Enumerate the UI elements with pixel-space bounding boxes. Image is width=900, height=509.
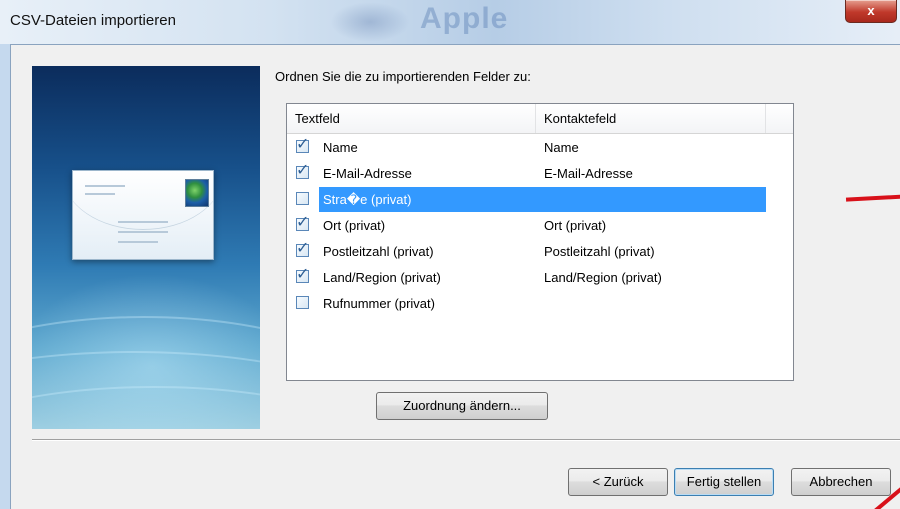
text-field-name: Ort (privat) — [323, 218, 386, 233]
close-button[interactable]: x — [845, 0, 897, 23]
contact-field-name: Name — [544, 140, 579, 155]
check-icon: ✓ — [296, 214, 310, 231]
column-header-textfeld[interactable]: Textfeld — [287, 104, 536, 133]
field-checkbox[interactable] — [296, 192, 309, 205]
list-item[interactable]: ✓ E-Mail-Adresse E-Mail-Adresse — [287, 161, 793, 187]
window-title: CSV-Dateien importieren — [10, 12, 176, 29]
text-field-name: Land/Region (privat) — [323, 270, 441, 285]
check-icon: ✓ — [296, 162, 310, 179]
wizard-illustration — [32, 66, 260, 429]
field-mapping-list[interactable]: Textfeld Kontaktefeld ✓ Name Name ✓ E-Ma… — [286, 103, 794, 381]
list-item[interactable]: ✓ Name Name — [287, 135, 793, 161]
globe-stamp-icon — [185, 179, 209, 207]
field-checkbox[interactable]: ✓ — [296, 136, 309, 153]
back-button[interactable]: < Zurück — [568, 468, 668, 496]
contact-field-name: E-Mail-Adresse — [544, 166, 633, 181]
column-header-kontaktefeld[interactable]: Kontaktefeld — [536, 104, 766, 133]
dialog-body: Ordnen Sie die zu importierenden Felder … — [10, 44, 900, 509]
list-item-selected[interactable]: Stra�e (privat) — [287, 187, 793, 213]
contact-field-name: Ort (privat) — [544, 218, 607, 233]
contact-field-name: Postleitzahl (privat) — [544, 244, 655, 259]
finish-button[interactable]: Fertig stellen — [674, 468, 774, 496]
cancel-button[interactable]: Abbrechen — [791, 468, 891, 496]
field-checkbox[interactable] — [296, 296, 309, 309]
check-icon: ✓ — [296, 136, 310, 153]
text-field-name: Postleitzahl (privat) — [323, 244, 434, 259]
divider — [32, 439, 900, 441]
text-field-name: Stra�e (privat) — [323, 192, 412, 207]
list-header: Textfeld Kontaktefeld — [287, 104, 793, 134]
field-checkbox[interactable]: ✓ — [296, 266, 309, 283]
list-item[interactable]: ✓ Land/Region (privat) Land/Region (priv… — [287, 265, 793, 291]
background-logo — [330, 2, 410, 42]
title-bar[interactable]: Apple CSV-Dateien importieren x — [0, 0, 900, 44]
change-mapping-button[interactable]: Zuordnung ändern... — [376, 392, 548, 420]
csv-import-dialog: Apple CSV-Dateien importieren x Ordnen S… — [0, 0, 900, 509]
check-icon: ✓ — [296, 240, 310, 257]
envelope-icon — [72, 170, 214, 260]
list-item[interactable]: Rufnummer (privat) — [287, 291, 793, 317]
field-checkbox[interactable]: ✓ — [296, 162, 309, 179]
check-icon: ✓ — [296, 266, 310, 283]
window-frame — [0, 44, 10, 509]
text-field-name: Name — [323, 140, 358, 155]
field-checkbox[interactable]: ✓ — [296, 240, 309, 257]
text-field-name: E-Mail-Adresse — [323, 166, 412, 181]
text-field-name: Rufnummer (privat) — [323, 296, 435, 311]
list-item[interactable]: ✓ Postleitzahl (privat) Postleitzahl (pr… — [287, 239, 793, 265]
instruction-text: Ordnen Sie die zu importierenden Felder … — [275, 69, 531, 84]
contact-field-name: Land/Region (privat) — [544, 270, 662, 285]
field-checkbox[interactable]: ✓ — [296, 214, 309, 231]
background-window-title: Apple — [420, 2, 509, 35]
close-icon: x — [867, 3, 875, 18]
list-item[interactable]: ✓ Ort (privat) Ort (privat) — [287, 213, 793, 239]
